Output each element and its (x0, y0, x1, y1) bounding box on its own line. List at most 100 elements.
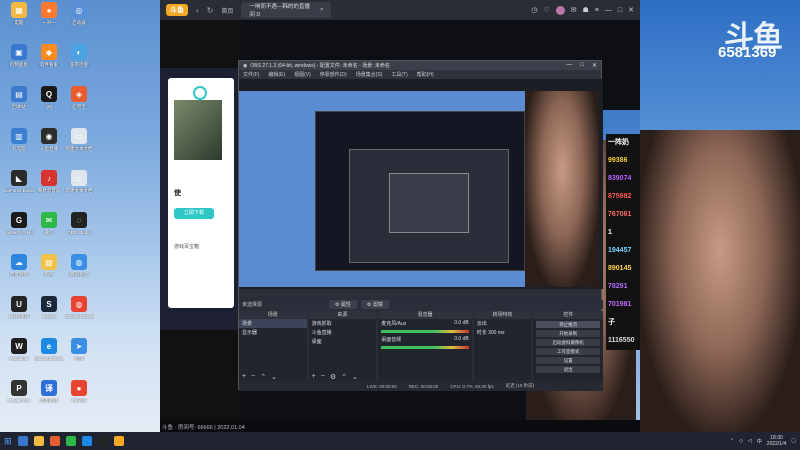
source-item[interactable]: 桌面 (309, 337, 377, 346)
menu-icon[interactable]: ≡ (595, 7, 599, 14)
avatar[interactable] (555, 5, 565, 15)
obs-menu-item[interactable]: 文件(F) (243, 71, 259, 78)
desktop-icon[interactable]: ◣ GeForce Experience (4, 170, 34, 193)
home-tab[interactable]: 首页 (221, 6, 233, 15)
desktop-icon[interactable]: P PowerToys (4, 380, 34, 403)
back-icon[interactable]: ‹ (196, 6, 199, 15)
desktop-icon[interactable]: ♪ 网易云音乐 (34, 170, 64, 193)
obs-control-button[interactable]: 启动虚拟摄像机 (536, 339, 600, 346)
obs-menu-item[interactable]: 视图(V) (294, 71, 311, 78)
promo-card[interactable]: 使 立即下载 游戏百宝箱 (168, 78, 234, 308)
scene-item[interactable]: 场景 (239, 319, 307, 328)
desktop-icon[interactable]: ◆ 软件管家 (34, 44, 64, 67)
desktop-icon[interactable]: ▥ 此电脑 (4, 128, 34, 151)
desktop-icon[interactable]: 译百度翻译 (34, 380, 64, 403)
filters-button[interactable]: ⚙ 滤镜 (360, 300, 389, 309)
desktop-icon[interactable]: ◉ 斗鱼直播 (34, 128, 64, 151)
gear-icon[interactable]: ⚙ (330, 373, 336, 381)
desktop-icon[interactable]: ◎ 启动器 (64, 2, 94, 25)
desktop-icon[interactable]: ● EV录屏 (64, 380, 94, 403)
desktop-icon[interactable]: ☁ 百度网盘 (4, 254, 34, 277)
obs-control-button[interactable]: 设置 (536, 357, 600, 364)
tray-expand-icon[interactable]: ⌃ (730, 438, 734, 444)
transition-type-select[interactable]: 淡出 (474, 319, 532, 328)
app-icon[interactable] (49, 436, 60, 446)
douyu-taskbar-icon[interactable] (113, 436, 124, 446)
desktop-icon[interactable]: ▧ 照片 (34, 254, 64, 277)
close-tab-icon[interactable]: × (320, 7, 323, 13)
desktop-icon[interactable]: ▣ 控制面板 (4, 44, 34, 67)
desktop-icon[interactable]: Q QQ (34, 86, 64, 109)
app-icon: S (41, 296, 57, 312)
source-item[interactable]: 游戏抓取 (309, 319, 377, 328)
volume-meter[interactable] (381, 330, 469, 333)
source-item[interactable]: 斗鱼直播 (309, 328, 377, 337)
input-language[interactable]: 中 (757, 438, 762, 445)
obs-control-button[interactable]: 退出 (536, 366, 600, 373)
favorites-icon[interactable]: ♡ (543, 6, 549, 14)
start-button[interactable]: ⊞ (4, 436, 12, 447)
desktop-icon[interactable]: e Microsoft Edge (34, 338, 64, 361)
obs-taskbar-icon[interactable] (97, 436, 108, 446)
desktop-icon[interactable]: U UU加速器 (4, 296, 34, 319)
folder-icon[interactable] (33, 436, 44, 446)
desktop-icon[interactable]: ◍ 腾讯会议 (64, 254, 94, 277)
wechat-icon[interactable] (65, 436, 76, 446)
desktop-icon[interactable]: ▭ 新建文本文档 (64, 128, 94, 151)
desktop-icon[interactable]: ▤ 回收站 (4, 86, 34, 109)
minimize-icon[interactable]: — (605, 7, 612, 14)
desktop-icon[interactable]: ◈ 应用宝 (64, 86, 94, 109)
obs-control-button[interactable]: 停止推流 (536, 321, 600, 328)
clock[interactable]: 18:30 2022/1/4 (767, 435, 786, 447)
desktop-icon[interactable]: ➤ 迅雷 (64, 338, 94, 361)
maximize-icon[interactable]: □ (618, 7, 622, 14)
active-tab[interactable]: 一响而不遇—韩的的直播间 D × (241, 2, 332, 18)
obs-close-icon[interactable]: ✕ (592, 62, 597, 69)
obs-minimize-icon[interactable]: — (566, 62, 572, 69)
obs-menu-item[interactable]: 编辑(E) (268, 71, 285, 78)
refresh-icon[interactable]: ↻ (207, 6, 214, 15)
obs-menu-item[interactable]: 工具(T) (391, 71, 407, 78)
desktop-icon-label: 新建文本文档 (65, 146, 93, 151)
notification-icon[interactable]: ▢ (791, 438, 796, 444)
desktop-icon[interactable]: W WeGame (4, 338, 34, 361)
promo-download-button[interactable]: 立即下载 (174, 208, 214, 219)
transition-duration[interactable]: 时长 300 ms (474, 328, 532, 337)
desktop-icon[interactable]: G Logitech G HUB (4, 212, 34, 235)
desktop-icon[interactable]: ◍ Google Chrome (64, 296, 94, 319)
desktop-icon[interactable]: ▭ 新建文本文档 (64, 170, 94, 193)
douyu-logo-icon[interactable]: 斗鱼 (166, 4, 188, 16)
obs-control-button[interactable]: 开始录制 (536, 330, 600, 337)
obs-preview[interactable] (239, 79, 603, 289)
close-icon[interactable]: ✕ (628, 6, 634, 14)
shirt-icon[interactable]: ☗ (583, 6, 589, 14)
desktop-icon[interactable]: ✉ 微信 (34, 212, 64, 235)
network-icon[interactable]: ◇ (739, 438, 743, 444)
obs-control-button[interactable]: 工作室模式 (536, 348, 600, 355)
desktop-icon[interactable]: S Steam (34, 296, 64, 319)
down-icon[interactable]: ⌄ (352, 373, 358, 381)
volume-meter[interactable] (381, 346, 469, 349)
desktop-icon[interactable]: ▦ 电脑 (4, 2, 34, 25)
history-icon[interactable]: ◷ (531, 6, 537, 14)
obs-menu-item[interactable]: 场景集合(S) (356, 71, 383, 78)
up-icon[interactable]: ⌃ (341, 373, 347, 381)
remove-icon[interactable]: − (251, 373, 255, 380)
message-icon[interactable]: ✉ (571, 6, 577, 14)
down-icon[interactable]: ⌄ (271, 373, 277, 381)
desktop-icon[interactable]: ● 一对一 (34, 2, 64, 25)
obs-maximize-icon[interactable]: □ (580, 62, 584, 69)
obs-menu-item[interactable]: 停靠部件(D) (320, 71, 347, 78)
add-icon[interactable]: + (242, 373, 246, 380)
properties-button[interactable]: ⚙ 属性 (329, 300, 357, 309)
scene-item[interactable]: 显示器 (239, 328, 307, 337)
obs-menu-item[interactable]: 帮助(H) (417, 71, 434, 78)
desktop-icon[interactable]: ◌ OBS Studio (64, 212, 94, 235)
remove-icon[interactable]: − (321, 373, 325, 380)
volume-icon[interactable]: ◁ (748, 438, 752, 444)
desktop-icon[interactable]: ◐ 宽带连接 (64, 44, 94, 67)
file-explorer-icon[interactable] (17, 436, 28, 446)
up-icon[interactable]: ⌃ (260, 373, 266, 381)
edge-icon[interactable] (81, 436, 92, 446)
add-icon[interactable]: + (312, 373, 316, 380)
